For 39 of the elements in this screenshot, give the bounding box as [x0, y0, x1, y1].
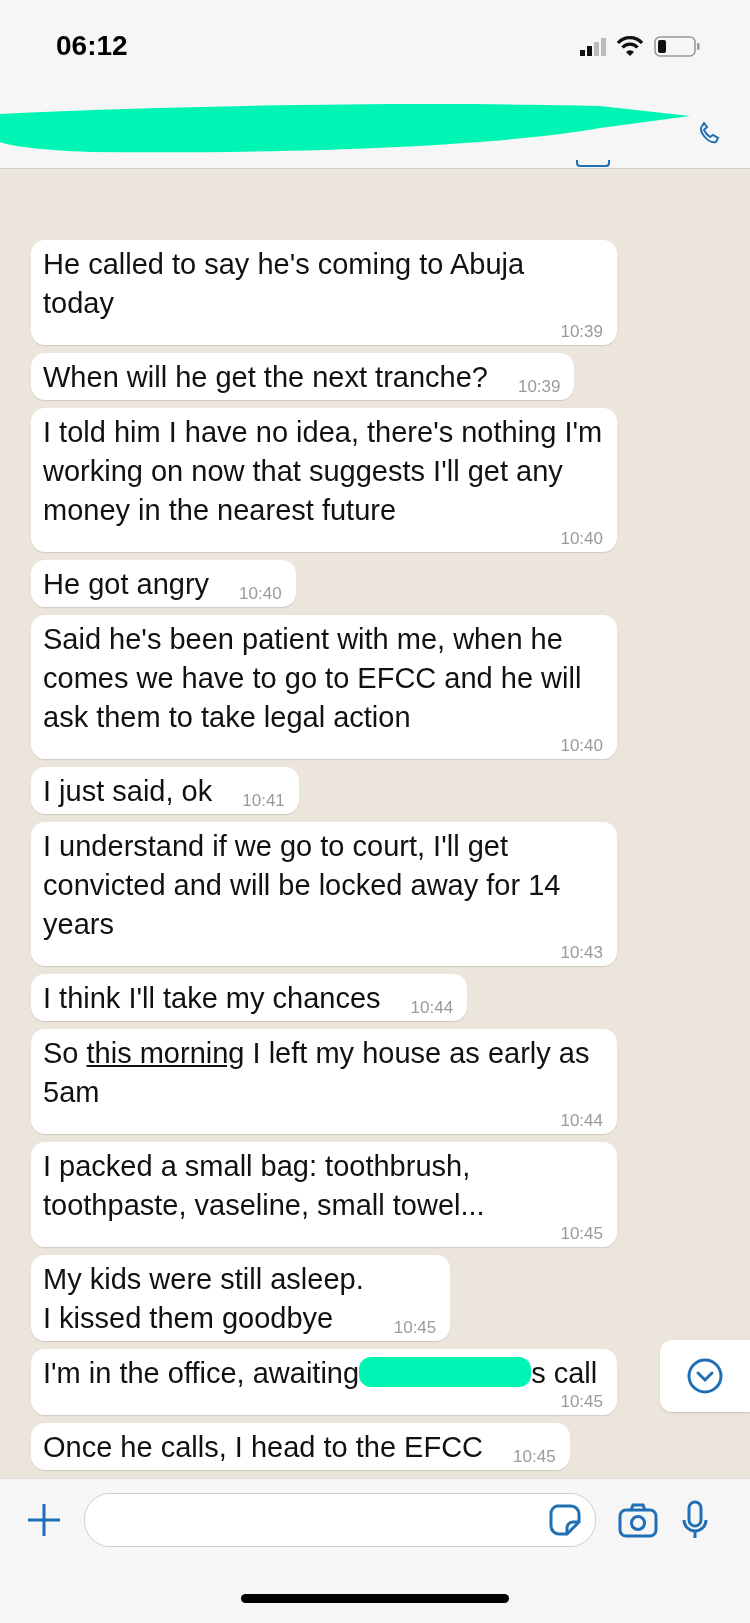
- message-time: 10:41: [241, 792, 285, 809]
- date-link[interactable]: this morning: [86, 1037, 245, 1069]
- message-time: 10:45: [559, 1393, 603, 1410]
- message-time: 10:45: [392, 1319, 437, 1336]
- signal-icon: [580, 36, 606, 56]
- message-text: He got angry: [43, 567, 210, 602]
- message-text: I just said, ok: [43, 774, 213, 809]
- message-text: He called to say he's coming to Abuja today: [43, 247, 526, 321]
- message-text: I'm in the office, awaiting s call: [43, 1356, 598, 1391]
- message-text: Once he calls, I head to the EFCC: [43, 1430, 484, 1465]
- camera-icon[interactable]: [618, 1502, 658, 1538]
- message-text: I understand if we go to court, I'll get convicted and will be locked away for 14 years: [43, 829, 562, 942]
- message-text: When will he get the next tranche?: [43, 360, 488, 395]
- clock-time: 06:12: [56, 30, 128, 62]
- message-time: 10:43: [559, 944, 603, 961]
- message-text: I packed a small bag: toothbrush, toothpaste, vaseline, small towel...: [43, 1149, 486, 1223]
- message-time: 10:39: [516, 378, 561, 395]
- chevron-down-icon: [686, 1357, 724, 1395]
- message-time: 10:44: [559, 1112, 603, 1129]
- message-time: 10:39: [559, 323, 603, 340]
- message-time: 10:45: [559, 1225, 603, 1242]
- plus-icon[interactable]: [26, 1502, 62, 1538]
- scroll-down-button[interactable]: [660, 1340, 750, 1412]
- message-text: Said he's been patient with me, when he comes we have to go to EFCC and he will ask them to take legal action: [43, 622, 583, 735]
- message-text: So this morning I left my house as early as 5am: [43, 1036, 591, 1110]
- message-time: 10:44: [409, 999, 454, 1016]
- message-text: I think I'll take my chances: [43, 981, 381, 1016]
- microphone-icon[interactable]: [680, 1500, 710, 1540]
- message-text: My kids were still asleep. I kissed them goodbye: [43, 1262, 364, 1336]
- phone-icon[interactable]: [698, 122, 720, 144]
- message-time: 10:40: [238, 585, 282, 602]
- message-time: 10:40: [559, 530, 603, 547]
- message-time: 10:40: [559, 737, 603, 754]
- message-field[interactable]: [84, 1493, 596, 1547]
- sticker-icon[interactable]: [549, 1504, 581, 1536]
- message-text: I told him I have no idea, there's nothing I'm working on now that suggests I'll get any money in the nearest future: [43, 415, 603, 528]
- message-time: 10:45: [512, 1448, 556, 1465]
- battery-icon: [654, 35, 700, 57]
- wifi-icon: [616, 35, 644, 57]
